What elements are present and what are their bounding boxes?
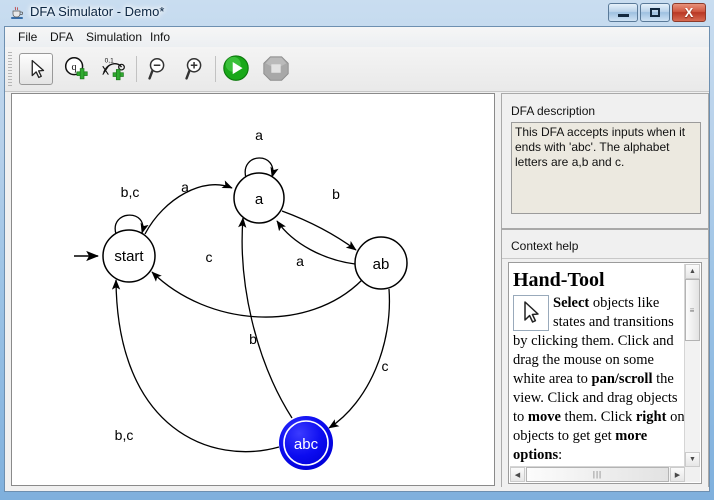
help-bold-run: right bbox=[635, 409, 667, 425]
transition-label-ab-a: a bbox=[296, 253, 304, 269]
toolbar-separator-1 bbox=[136, 56, 137, 82]
state-label-ab: ab bbox=[373, 256, 390, 273]
close-icon: X bbox=[684, 5, 694, 20]
transition-label-ab-abc: c bbox=[382, 358, 389, 374]
play-icon bbox=[223, 55, 249, 81]
transition-label-abc-start: b,c bbox=[115, 427, 134, 443]
context-help-hscrollbar[interactable]: ◀ ||| ▶ bbox=[510, 466, 685, 482]
minimize-button[interactable] bbox=[608, 3, 638, 22]
toolbar-separator-2 bbox=[215, 56, 216, 82]
help-bold-run: move bbox=[527, 409, 561, 425]
toolbar-grip[interactable] bbox=[8, 52, 12, 86]
context-help-divider bbox=[502, 258, 708, 259]
maximize-button[interactable] bbox=[640, 3, 670, 22]
context-help-vscrollbar[interactable]: ▲ ≡ ▼ bbox=[684, 264, 700, 467]
transition-ab-abc[interactable] bbox=[328, 288, 391, 429]
scroll-down-arrow[interactable]: ▼ bbox=[685, 452, 700, 467]
transition-label-start-start: b,c bbox=[121, 184, 140, 200]
java-coffee-cup-icon bbox=[11, 6, 23, 19]
magnifier-minus-icon bbox=[148, 57, 165, 80]
state-ab[interactable]: ab bbox=[354, 236, 408, 290]
close-button[interactable]: X bbox=[672, 3, 706, 22]
menu-bar: File DFA Simulation Info bbox=[5, 27, 709, 48]
transition-label-a-ab: b bbox=[332, 186, 340, 202]
cursor-arrow-glyph bbox=[524, 301, 539, 323]
status-bar bbox=[5, 487, 709, 491]
toolbar: q 0,1 bbox=[5, 47, 709, 92]
scrollbar-corner bbox=[685, 467, 700, 482]
run-button[interactable] bbox=[219, 53, 253, 85]
add-transition-icon: 0,1 bbox=[102, 57, 125, 81]
scroll-right-arrow[interactable]: ▶ bbox=[670, 467, 685, 482]
minimize-icon bbox=[609, 4, 637, 21]
context-help-view[interactable]: Hand-Tool Select objects like states and… bbox=[508, 262, 702, 484]
transition-label-start-a: a bbox=[181, 179, 189, 195]
hscroll-thumb[interactable]: ||| bbox=[526, 467, 669, 482]
cursor-arrow-icon bbox=[31, 59, 45, 79]
stop-button[interactable] bbox=[259, 53, 293, 85]
add-state-icon: q bbox=[64, 57, 88, 80]
state-a[interactable]: a bbox=[233, 172, 285, 224]
menu-dfa[interactable]: DFA bbox=[45, 29, 78, 45]
context-help-label: Context help bbox=[511, 239, 579, 253]
stop-icon bbox=[263, 56, 289, 81]
window-title: DFA Simulator - Demo* bbox=[30, 4, 165, 19]
dfa-state-diagram[interactable]: start a ab abc b,c a a b a b c c b,c bbox=[12, 94, 494, 485]
transition-abc-a[interactable] bbox=[238, 217, 293, 419]
scroll-left-arrow[interactable]: ◀ bbox=[510, 467, 525, 482]
dfa-description-text[interactable]: This DFA accepts inputs when it ends wit… bbox=[511, 122, 701, 214]
help-bold-run: pan/scroll bbox=[591, 371, 653, 387]
zoom-in-button[interactable] bbox=[178, 53, 212, 85]
transition-label-ab-start: b bbox=[249, 331, 257, 347]
add-state-button[interactable]: q bbox=[59, 53, 93, 85]
state-label-start: start bbox=[114, 248, 144, 265]
state-start[interactable]: start bbox=[102, 229, 156, 283]
help-text-run: them. Click bbox=[560, 409, 636, 425]
context-help-panel: Context help Hand-Tool Select objects li… bbox=[501, 229, 709, 491]
transition-a-ab[interactable] bbox=[281, 210, 357, 251]
transition-ab-start[interactable] bbox=[151, 271, 363, 318]
transition-label-a-a: a bbox=[255, 127, 263, 143]
client-area: File DFA Simulation Info q 0,1 start a a… bbox=[4, 26, 710, 492]
dfa-description-label: DFA description bbox=[511, 104, 596, 118]
help-bold-run: Select bbox=[553, 295, 590, 311]
svg-text:q: q bbox=[72, 62, 77, 73]
menu-simulation[interactable]: Simulation bbox=[81, 29, 147, 45]
magnifier-plus-icon bbox=[185, 57, 202, 80]
cursor-arrow-icon bbox=[513, 295, 549, 331]
context-help-title: Hand-Tool bbox=[513, 269, 605, 291]
menu-file[interactable]: File bbox=[13, 29, 42, 45]
add-transition-button[interactable]: 0,1 bbox=[97, 53, 131, 85]
maximize-icon bbox=[641, 4, 669, 21]
help-text-run: : bbox=[558, 447, 563, 463]
vscroll-thumb[interactable]: ≡ bbox=[685, 279, 700, 341]
application-window: DFA Simulator - Demo* X File DFA Simulat… bbox=[0, 0, 714, 500]
state-abc[interactable]: abc bbox=[279, 416, 333, 470]
context-help-content: Hand-Tool Select objects like states and… bbox=[513, 265, 685, 465]
transition-ab-a[interactable] bbox=[276, 220, 356, 265]
hand-tool-button[interactable] bbox=[19, 53, 53, 85]
zoom-out-button[interactable] bbox=[141, 53, 175, 85]
transition-label-abc-a: c bbox=[206, 249, 213, 265]
scroll-up-arrow[interactable]: ▲ bbox=[685, 264, 700, 279]
state-label-a: a bbox=[255, 191, 264, 208]
title-bar: DFA Simulator - Demo* X bbox=[0, 0, 714, 26]
menu-info[interactable]: Info bbox=[145, 29, 175, 45]
dfa-description-panel: DFA description This DFA accepts inputs … bbox=[501, 93, 709, 229]
state-label-abc: abc bbox=[294, 436, 319, 453]
transition-abc-start[interactable] bbox=[111, 279, 280, 453]
dfa-canvas[interactable]: start a ab abc b,c a a b a b c c b,c bbox=[11, 93, 495, 486]
